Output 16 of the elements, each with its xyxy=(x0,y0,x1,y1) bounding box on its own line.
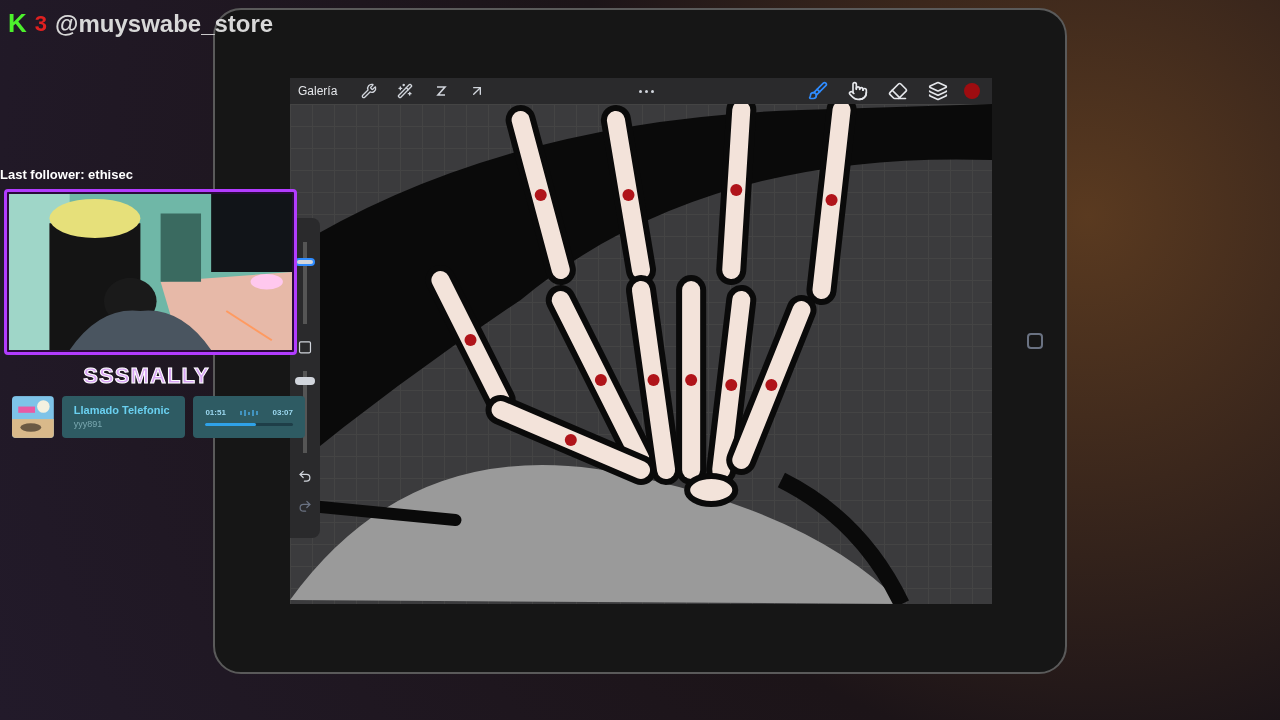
last-follower-text: Last follower: ethisec xyxy=(0,166,134,184)
home-button-icon[interactable] xyxy=(1027,333,1043,349)
more-icon[interactable] xyxy=(639,89,655,93)
streamer-name: SSSMALLY xyxy=(83,361,210,390)
song-title: Llamado Telefonic xyxy=(73,402,171,418)
elapsed-time: 01:51 xyxy=(205,407,226,419)
redo-icon[interactable] xyxy=(297,499,313,514)
badge-number: 3 xyxy=(34,10,48,38)
song-artist: yyy891 xyxy=(73,418,104,431)
total-time: 03:07 xyxy=(272,407,293,419)
channel-handle: @muyswabe_store xyxy=(55,8,274,39)
equalizer-icon xyxy=(239,409,260,417)
undo-icon[interactable] xyxy=(297,468,313,484)
gallery-button[interactable]: Galería xyxy=(298,82,338,100)
color-swatch[interactable] xyxy=(964,83,980,99)
badge-letter: K xyxy=(8,7,27,40)
